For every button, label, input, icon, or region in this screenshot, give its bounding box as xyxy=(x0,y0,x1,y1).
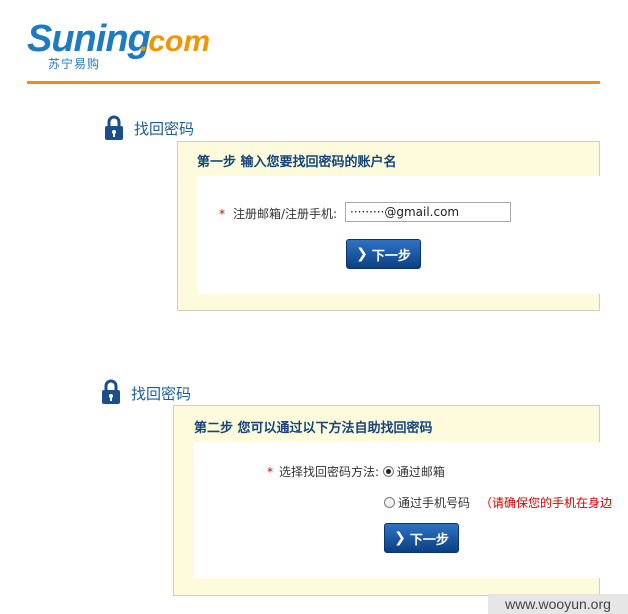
required-mark: * xyxy=(267,465,273,479)
chevron-right-icon: ❯ xyxy=(394,530,406,546)
step1-panel: 第一步 输入您要找回密码的账户名 * 注册邮箱/注册手机: ·········@g… xyxy=(177,141,601,311)
account-input[interactable]: ·········@gmail.com xyxy=(345,202,511,222)
watermark: www.wooyun.org xyxy=(488,594,628,614)
lock-icon xyxy=(102,379,120,404)
lock-icon xyxy=(105,115,123,140)
section-title-step1: 找回密码 xyxy=(134,120,195,138)
account-field-label: 注册邮箱/注册手机: xyxy=(233,207,338,221)
next-step-button-1[interactable]: ❯ 下一步 xyxy=(346,239,421,269)
method-row-email: * 选择找回密码方法: 通过邮箱 xyxy=(267,463,445,481)
header-divider xyxy=(27,81,600,84)
next-step-label: 下一步 xyxy=(371,248,411,264)
required-mark: * xyxy=(219,207,225,221)
next-step-label: 下一步 xyxy=(409,532,449,548)
suning-logo[interactable]: Suning .com 苏宁易购 xyxy=(27,18,227,71)
method-row-phone: 通过手机号码 （请确保您的手机在身边 xyxy=(384,494,612,512)
step1-form-area xyxy=(197,176,601,294)
option-email-label[interactable]: 通过邮箱 xyxy=(397,465,445,479)
account-field-row: * 注册邮箱/注册手机: xyxy=(219,205,337,223)
phone-warning: （请确保您的手机在身边 xyxy=(480,496,613,510)
page: Suning .com 苏宁易购 找回密码 第一步 输入您要找回密码的账户名 *… xyxy=(0,0,628,614)
radio-email[interactable] xyxy=(382,466,394,477)
option-phone-label[interactable]: 通过手机号码 xyxy=(398,496,470,510)
section-title-step2: 找回密码 xyxy=(131,385,192,403)
logo-chinese-text: 苏宁易购 xyxy=(48,57,101,71)
logo-dotcom-text: .com xyxy=(140,25,211,58)
method-label: 选择找回密码方法: xyxy=(279,465,380,479)
step2-heading: 第二步 您可以通过以下方法自助找回密码 xyxy=(194,421,433,436)
chevron-right-icon: ❯ xyxy=(356,246,368,262)
step1-heading: 第一步 输入您要找回密码的账户名 xyxy=(197,155,397,170)
step2-panel: 第二步 您可以通过以下方法自助找回密码 * 选择找回密码方法: 通过邮箱 通过手机… xyxy=(173,405,612,596)
radio-phone[interactable] xyxy=(384,497,395,508)
next-step-button-2[interactable]: ❯ 下一步 xyxy=(384,523,459,553)
logo-brand-text: Suning xyxy=(27,18,151,60)
